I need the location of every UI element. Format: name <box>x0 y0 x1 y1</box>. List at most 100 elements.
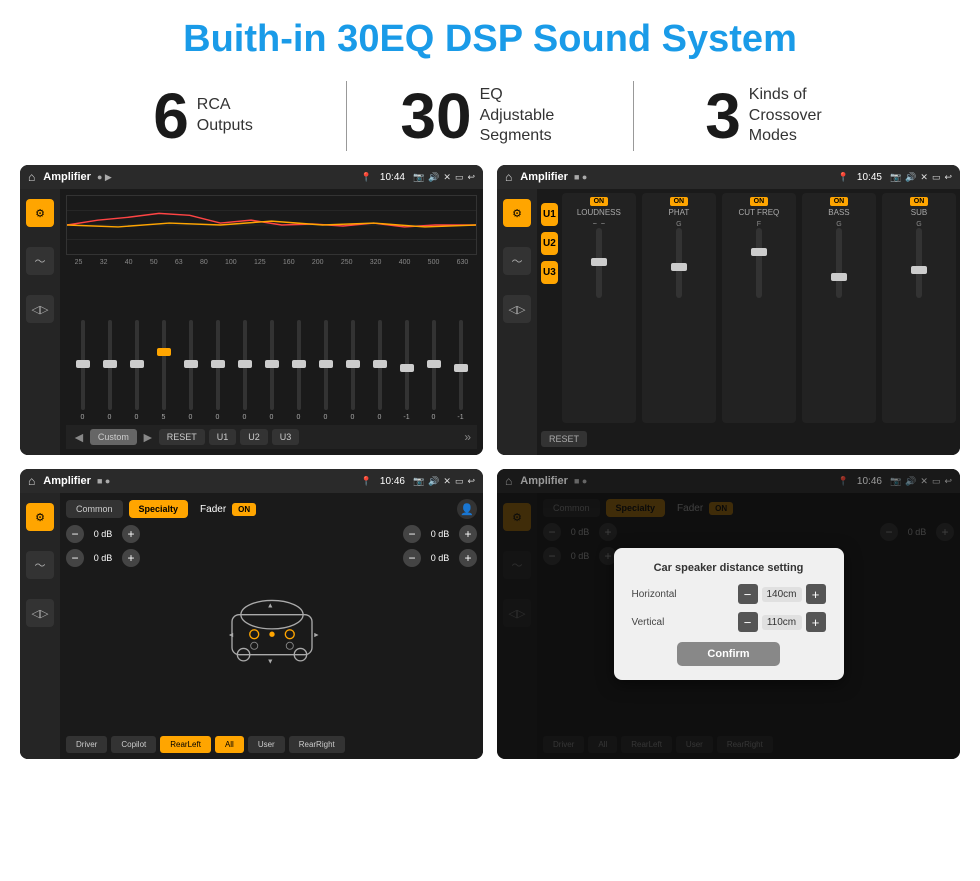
fader-db-ctrl-3: − 0 dB + <box>403 525 477 543</box>
eq-slider-11[interactable]: 0 <box>340 320 365 421</box>
eq-slider-7[interactable]: 0 <box>232 320 257 421</box>
eq-icon-eq[interactable]: ⚙ <box>26 199 54 227</box>
fader-settings-icon[interactable]: 👤 <box>457 499 477 519</box>
fader-home-icon: ⌂ <box>28 474 35 488</box>
eq-slider-5[interactable]: 0 <box>178 320 203 421</box>
eq-slider-10[interactable]: 0 <box>313 320 338 421</box>
eq-btn-u1[interactable]: U1 <box>209 429 237 445</box>
eq-slider-12[interactable]: 0 <box>367 320 392 421</box>
fader-status-icons: 📍 10:46 📷 🔊 ✕ ▭ ↩ <box>361 476 475 487</box>
fader-db-minus-2[interactable]: − <box>66 549 84 567</box>
fader-battery-icon: ▭ <box>455 476 464 487</box>
mixer-wifi-icon: ✕ <box>920 172 928 183</box>
fader-icon-vol[interactable]: ◁▷ <box>26 599 54 627</box>
eq-main-area: 2532405063 80100125160200 25032040050063… <box>60 189 483 455</box>
eq-left-icons: ⚙ 〜 ◁▷ <box>20 189 60 455</box>
fader-icon-eq[interactable]: ⚙ <box>26 503 54 531</box>
camera-icon: 📷 <box>413 172 424 183</box>
fader-btn-rearleft[interactable]: RearLeft <box>160 736 211 753</box>
mixer-reset-btn[interactable]: RESET <box>541 431 587 447</box>
fader-db-value-1: 0 dB <box>88 529 118 539</box>
fader-db-plus-2[interactable]: + <box>122 549 140 567</box>
dialog-confirm-button[interactable]: Confirm <box>677 642 779 666</box>
fader-db-minus-1[interactable]: − <box>66 525 84 543</box>
fader-icon-wave[interactable]: 〜 <box>26 551 54 579</box>
eq-icon-wave[interactable]: 〜 <box>26 247 54 275</box>
eq-slider-13[interactable]: -1 <box>394 320 419 421</box>
eq-btn-reset[interactable]: RESET <box>159 429 205 445</box>
mixer-home-icon: ⌂ <box>505 170 512 184</box>
mixer-volume-icon: 🔊 <box>905 172 916 183</box>
fader-db-plus-3[interactable]: + <box>459 525 477 543</box>
horizontal-plus-btn[interactable]: + <box>806 584 826 604</box>
vertical-label: Vertical <box>632 617 665 628</box>
eq-btn-u2[interactable]: U2 <box>240 429 268 445</box>
stat-crossover: 3 Kinds ofCrossover Modes <box>634 84 920 148</box>
stat-number-eq: 30 <box>400 84 471 148</box>
fader-db-plus-4[interactable]: + <box>459 549 477 567</box>
fader-db-minus-4[interactable]: − <box>403 549 421 567</box>
fader-tab-specialty[interactable]: Specialty <box>129 500 189 518</box>
fader-btn-user[interactable]: User <box>248 736 285 753</box>
vertical-minus-btn[interactable]: − <box>738 612 758 632</box>
mixer-icon-vol[interactable]: ◁▷ <box>503 295 531 323</box>
eq-slider-8[interactable]: 0 <box>259 320 284 421</box>
fader-wifi-icon: ✕ <box>443 476 451 487</box>
fader-on-badge: ON <box>232 503 256 516</box>
mixer-u2-btn[interactable]: U2 <box>541 232 558 255</box>
eq-slider-2[interactable]: 0 <box>97 320 122 421</box>
eq-slider-9[interactable]: 0 <box>286 320 311 421</box>
svg-text:◄: ◄ <box>227 630 234 638</box>
eq-slider-14[interactable]: 0 <box>421 320 446 421</box>
dialog-overlay: Car speaker distance setting Horizontal … <box>497 469 960 759</box>
eq-btn-u3[interactable]: U3 <box>272 429 300 445</box>
fader-app-name: Amplifier <box>43 475 91 487</box>
sub-slider[interactable] <box>916 228 922 298</box>
eq-slider-15[interactable]: -1 <box>448 320 473 421</box>
bass-on-badge: ON <box>830 197 849 206</box>
car-svg: ▲ ▼ ◄ ► <box>212 588 332 668</box>
mixer-battery-icon: ▭ <box>932 172 941 183</box>
fader-body: − 0 dB + − 0 dB + <box>66 525 477 730</box>
eq-icon-vol[interactable]: ◁▷ <box>26 295 54 323</box>
fader-btn-copilot[interactable]: Copilot <box>111 736 156 753</box>
mixer-ch-phat: ON PHAT G <box>642 193 716 423</box>
cutfreq-label: CUT FREQ <box>739 208 780 217</box>
prev-icon[interactable]: ◄ <box>72 429 86 445</box>
mixer-u3-btn[interactable]: U3 <box>541 261 558 284</box>
mixer-left-icons: ⚙ 〜 ◁▷ <box>497 189 537 455</box>
fader-btn-driver[interactable]: Driver <box>66 736 107 753</box>
mixer-main-area: U1 U2 U3 ON LOUDNESS ~ ~ <box>537 189 960 455</box>
stat-label-crossover: Kinds ofCrossover Modes <box>749 85 849 147</box>
fader-status-bar: ⌂ Amplifier ■ ● 📍 10:46 📷 🔊 ✕ ▭ ↩ <box>20 469 483 493</box>
sub-on-badge: ON <box>910 197 929 206</box>
mixer-icon-eq[interactable]: ⚙ <box>503 199 531 227</box>
fader-tab-common[interactable]: Common <box>66 500 123 518</box>
loudness-label: LOUDNESS <box>577 208 621 217</box>
eq-slider-4[interactable]: 5 <box>151 320 176 421</box>
eq-slider-3[interactable]: 0 <box>124 320 149 421</box>
mixer-icon-wave[interactable]: 〜 <box>503 247 531 275</box>
bass-slider[interactable] <box>836 228 842 298</box>
cutfreq-on-badge: ON <box>750 197 769 206</box>
phat-slider[interactable] <box>676 228 682 298</box>
fader-back-icon: ↩ <box>467 476 475 487</box>
horizontal-label: Horizontal <box>632 589 677 600</box>
eq-slider-1[interactable]: 0 <box>70 320 95 421</box>
eq-btn-custom[interactable]: Custom <box>90 429 137 445</box>
eq-freq-labels: 2532405063 80100125160200 25032040050063… <box>66 259 477 266</box>
vertical-plus-btn[interactable]: + <box>806 612 826 632</box>
fader-btn-all[interactable]: All <box>215 736 244 753</box>
fader-db-minus-3[interactable]: − <box>403 525 421 543</box>
next-icon[interactable]: ► <box>141 429 155 445</box>
phat-label: PHAT <box>668 208 689 217</box>
eq-slider-6[interactable]: 0 <box>205 320 230 421</box>
loudness-slider[interactable] <box>596 228 602 298</box>
cutfreq-slider[interactable] <box>756 228 762 298</box>
horizontal-minus-btn[interactable]: − <box>738 584 758 604</box>
fader-btn-rearright[interactable]: RearRight <box>289 736 345 753</box>
mixer-u1-btn[interactable]: U1 <box>541 203 558 226</box>
phat-on-badge: ON <box>670 197 689 206</box>
stats-row: 6 RCAOutputs 30 EQ AdjustableSegments 3 … <box>0 71 980 165</box>
fader-db-plus-1[interactable]: + <box>122 525 140 543</box>
